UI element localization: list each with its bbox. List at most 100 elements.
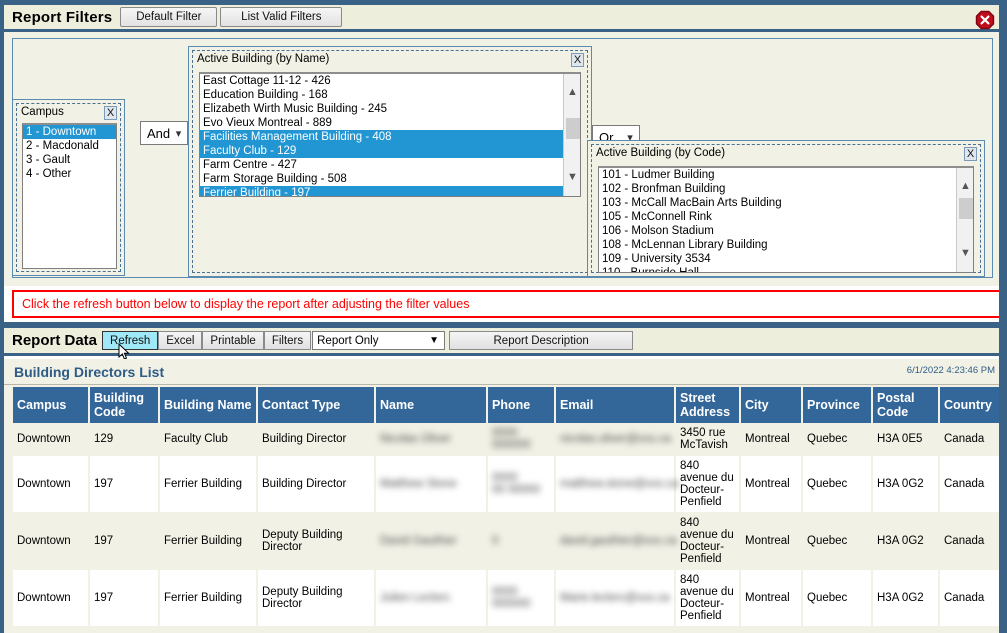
printable-button[interactable]: Printable [202,331,263,350]
cell-building-code: 197 [89,456,159,513]
report-description-button[interactable]: Report Description [449,331,633,350]
scroll-down-icon[interactable]: ▼ [564,170,581,185]
report-filters-window: Report Filters Default Filter List Valid… [0,0,1007,633]
active-building-by-name-option[interactable]: Faculty Club - 129 [200,144,580,158]
chevron-down-icon: ▼ [424,335,444,346]
cell-city: Montreal [740,570,802,627]
report-title: Building Directors List [14,364,164,380]
filters-button[interactable]: Filters [264,331,311,350]
table-row: Downtown197Ferrier BuildingDeputy Buildi… [13,570,1003,627]
active-building-by-name-remove-button[interactable]: X [571,53,584,67]
cell-campus: Downtown [13,513,89,570]
close-icon[interactable] [975,10,995,30]
cell-province: Quebec [802,513,872,570]
active-building-by-name-option[interactable]: East Cottage 11-12 - 426 [200,74,580,88]
cell-name: Nicolas Oliver [375,423,487,456]
active-building-by-name-label: Active Building (by Name) [197,53,329,65]
active-building-by-name-option[interactable]: Education Building - 168 [200,88,580,102]
cell-phone: 0000 000000 [487,570,555,627]
column-header: Name [375,387,487,423]
campus-remove-button[interactable]: X [104,106,117,120]
active-building-by-name-option[interactable]: Elizabeth Wirth Music Building - 245 [200,102,580,116]
cell-name: David Gauthier [375,513,487,570]
active-building-by-code-listbox[interactable]: 101 - Ludmer Building102 - Bronfman Buil… [598,166,974,273]
table-row: Downtown129Faculty ClubBuilding Director… [13,423,1003,456]
report-mode-select[interactable]: Report Only ▼ [312,331,445,350]
active-building-by-code-option[interactable]: 101 - Ludmer Building [599,168,973,182]
cell-postal-code: H3A 0G2 [872,570,939,627]
scroll-up-icon[interactable]: ▲ [957,179,974,194]
active-building-by-code-group: Active Building (by Code) X 101 - Ludmer… [587,140,985,277]
redacted-value: Matthew Stone [380,478,457,490]
cell-building-name: Ferrier Building [159,456,257,513]
window-right-border [999,0,1003,633]
table-row: Downtown197Ferrier BuildingBuilding Dire… [13,456,1003,513]
cell-email: matthew.stone@xxx.ca [555,456,675,513]
redacted-value: David Gauthier [380,535,457,547]
campus-option[interactable]: 1 - Downtown [23,125,116,139]
redacted-value: 0 [492,535,498,547]
active-building-by-code-label: Active Building (by Code) [596,147,725,159]
campus-option[interactable]: 2 - Macdonald [23,139,116,153]
active-building-by-code-option[interactable]: 105 - McConnell Rink [599,210,973,224]
active-building-by-code-option[interactable]: 109 - University 3534 [599,252,973,266]
column-header: Building Code [89,387,159,423]
cell-email: david.gauthier@xxx.ca [555,513,675,570]
report-header: Building Directors List 6/1/2022 4:23:46… [4,359,1003,385]
report-filters-header: Report Filters Default Filter List Valid… [4,0,1003,32]
default-filter-button[interactable]: Default Filter [120,7,217,27]
active-building-by-code-option[interactable]: 106 - Molson Stadium [599,224,973,238]
cell-campus: Downtown [13,570,89,627]
campus-option[interactable]: 4 - Other [23,167,116,181]
report-filters-body: Campus X 1 - Downtown2 - Macdonald3 - Ga… [4,32,1003,286]
active-building-by-name-option[interactable]: Ferrier Building - 197 [200,186,580,197]
active-building-by-code-option[interactable]: 108 - McLennan Library Building [599,238,973,252]
refresh-button[interactable]: Refresh [102,331,158,350]
column-header: Street Address [675,387,740,423]
column-header: Country [939,387,1003,423]
operator-and-select[interactable]: And ▾ [140,121,188,145]
list-valid-filters-button[interactable]: List Valid Filters [220,7,342,27]
scrollbar-thumb[interactable] [959,198,973,219]
active-building-by-code-option[interactable]: 103 - McCall MacBain Arts Building [599,196,973,210]
active-building-by-code-remove-button[interactable]: X [964,147,977,161]
redacted-value: matthew.stone@xxx.ca [560,478,678,490]
active-building-by-name-listbox[interactable]: East Cottage 11-12 - 426Education Buildi… [199,72,581,197]
active-building-by-name-option[interactable]: Farm Centre - 427 [200,158,580,172]
active-building-by-name-option[interactable]: Facilities Management Building - 408 [200,130,580,144]
column-header: Building Name [159,387,257,423]
redacted-value: nicolas.oliver@xxx.ca [560,433,671,445]
active-building-by-name-dashed-border: Active Building (by Name) X East Cottage… [192,50,588,273]
scrollbar-thumb[interactable] [566,118,580,139]
active-building-by-name-group: Active Building (by Name) X East Cottage… [188,46,592,277]
chevron-down-icon: ▾ [170,127,187,140]
cell-building-name: Ferrier Building [159,513,257,570]
active-building-by-code-option[interactable]: 102 - Bronfman Building [599,182,973,196]
report-data-toolbar: Report Data Refresh Excel Printable Filt… [4,328,1003,356]
scroll-up-icon[interactable]: ▲ [564,85,581,100]
cell-city: Montreal [740,513,802,570]
cell-postal-code: H3A 0G2 [872,456,939,513]
active-building-by-name-scrollbar[interactable]: ▲ ▼ [563,74,580,196]
active-building-by-code-option[interactable]: 110 - Burnside Hall [599,266,973,273]
campus-option[interactable]: 3 - Gault [23,153,116,167]
redacted-value: 0000 00 00000 [492,472,540,496]
cell-building-code: 197 [89,570,159,627]
redacted-value: 0000 000000 [492,427,530,451]
cell-country: Canada [939,423,1003,456]
cell-country: Canada [939,513,1003,570]
cell-province: Quebec [802,456,872,513]
cell-contact-type: Building Director [257,423,375,456]
report-mode-value: Report Only [313,335,424,347]
campus-listbox[interactable]: 1 - Downtown2 - Macdonald3 - Gault4 - Ot… [22,123,117,269]
scroll-down-icon[interactable]: ▼ [957,246,974,261]
operator-and-value: And [141,126,170,141]
excel-button[interactable]: Excel [158,331,202,350]
active-building-by-name-option[interactable]: Evo Vieux Montreal - 889 [200,116,580,130]
report-filters-title: Report Filters [12,9,112,26]
cell-street-address: 840 avenue du Docteur-Penfield [675,570,740,627]
active-building-by-name-option[interactable]: Farm Storage Building - 508 [200,172,580,186]
cell-phone: 0 [487,513,555,570]
campus-dashed-border: Campus X 1 - Downtown2 - Macdonald3 - Ga… [16,103,121,272]
active-building-by-code-scrollbar[interactable]: ▲ ▼ [956,168,973,272]
